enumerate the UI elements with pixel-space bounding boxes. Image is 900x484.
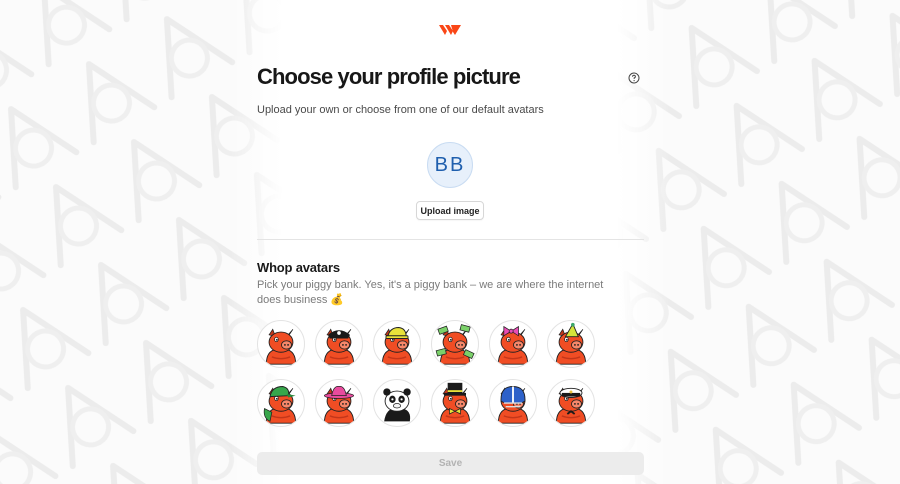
piggy-avatar-party-icon — [549, 322, 593, 366]
piggy-avatar-cowboy-icon — [317, 381, 361, 425]
piggy-avatar-cap-icon — [259, 381, 303, 425]
avatar-option-plain[interactable] — [257, 320, 305, 368]
avatar-option-panda[interactable] — [373, 379, 421, 427]
piggy-avatar-plain-icon — [259, 322, 303, 366]
page-subtitle: Upload your own or choose from one of ou… — [257, 104, 544, 116]
avatar-option-construction[interactable] — [373, 320, 421, 368]
avatar-option-cap[interactable] — [257, 379, 305, 427]
avatar-option-football[interactable] — [489, 379, 537, 427]
page-title: Choose your profile picture — [257, 64, 521, 89]
avatar-grid — [257, 320, 607, 427]
question-circle-icon[interactable] — [628, 71, 640, 84]
piggy-avatar-bow-icon — [491, 322, 535, 366]
piggy-avatar-pirate-icon — [317, 322, 361, 366]
avatar-option-pirate[interactable] — [315, 320, 363, 368]
section-divider — [257, 239, 644, 240]
piggy-avatar-captain-icon — [549, 381, 593, 425]
upload-image-button[interactable]: Upload image — [416, 201, 484, 220]
avatar-option-party[interactable] — [547, 320, 595, 368]
avatar-option-tophat[interactable] — [431, 379, 479, 427]
piggy-avatar-construction-icon — [375, 322, 419, 366]
avatar-option-bow[interactable] — [489, 320, 537, 368]
avatar-option-captain[interactable] — [547, 379, 595, 427]
piggy-avatar-panda-icon — [375, 381, 419, 425]
avatar-option-cowboy[interactable] — [315, 379, 363, 427]
piggy-avatar-tophat-icon — [433, 381, 477, 425]
whop-logo-icon — [439, 23, 461, 35]
avatar-initials: BB — [434, 153, 466, 176]
avatar-preview: BB — [427, 142, 473, 188]
piggy-avatar-money-icon — [433, 322, 477, 366]
avatars-section-title: Whop avatars — [257, 260, 340, 275]
save-button[interactable]: Save — [257, 452, 644, 475]
avatar-option-money[interactable] — [431, 320, 479, 368]
avatars-section-description: Pick your piggy bank. Yes, it's a piggy … — [257, 279, 604, 306]
piggy-avatar-football-icon — [491, 381, 535, 425]
